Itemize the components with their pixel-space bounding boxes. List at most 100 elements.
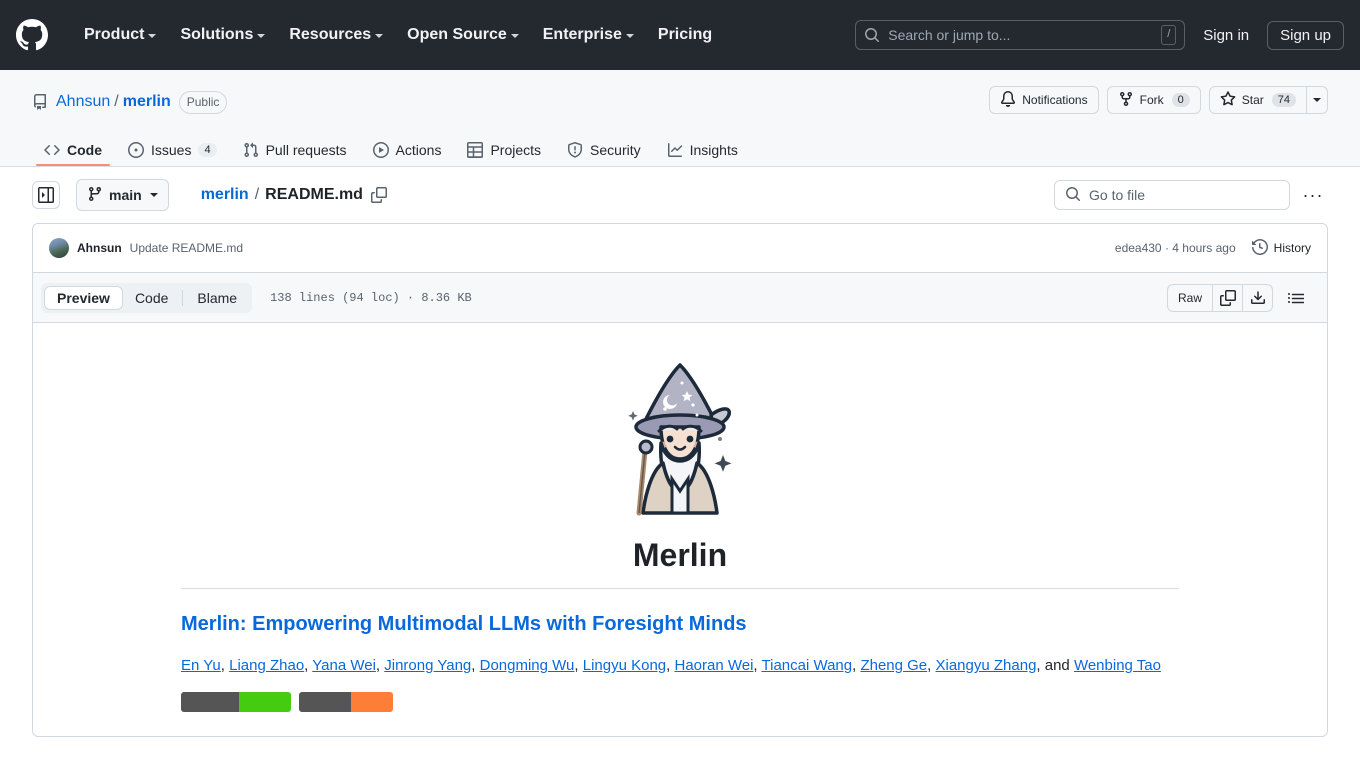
tab-actions[interactable]: Actions xyxy=(365,142,450,166)
nav-item-resources[interactable]: Resources xyxy=(277,18,395,52)
more-options-button[interactable]: ··· xyxy=(1298,180,1328,210)
author-link[interactable]: Tiancai Wang xyxy=(762,657,853,674)
git-pull-request-icon xyxy=(243,142,259,158)
nav-item-enterprise[interactable]: Enterprise xyxy=(531,18,646,52)
repo-visibility-badge: Public xyxy=(178,90,228,114)
repo-action-buttons: Notifications Fork 0 Star 74 xyxy=(989,86,1328,114)
repo-nav-tabs: Code Issues 4 Pull requests Actions Proj… xyxy=(32,132,1328,166)
fork-count: 0 xyxy=(1171,93,1190,107)
go-to-file-input[interactable]: Go to file xyxy=(1054,180,1290,210)
author-link[interactable]: Jinrong Yang xyxy=(384,657,471,674)
nav-item-solutions[interactable]: Solutions xyxy=(168,18,277,52)
play-icon xyxy=(372,142,389,158)
repo-name-link[interactable]: merlin xyxy=(123,93,171,111)
chevron-down-icon xyxy=(149,193,158,197)
merlin-wizard-logo xyxy=(181,359,1179,519)
global-header: Product Solutions Resources Open Source … xyxy=(0,0,1360,70)
author-link[interactable]: Liang Zhao xyxy=(229,657,304,674)
git-branch-icon xyxy=(87,186,103,205)
fork-button[interactable]: Fork 0 xyxy=(1106,86,1201,114)
view-tab-preview[interactable]: Preview xyxy=(44,285,123,310)
view-tab-code[interactable]: Code xyxy=(123,286,180,310)
sign-in-button[interactable]: Sign in xyxy=(1193,21,1259,50)
author-link[interactable]: Lingyu Kong xyxy=(583,657,666,674)
tab-label: Issues xyxy=(151,142,192,158)
tab-issues[interactable]: Issues 4 xyxy=(120,142,225,166)
avatar[interactable] xyxy=(49,238,69,258)
notifications-button[interactable]: Notifications xyxy=(989,86,1099,114)
copy-icon[interactable] xyxy=(1212,284,1242,311)
repo-owner-link[interactable]: Ahnsun xyxy=(56,93,110,111)
download-icon[interactable] xyxy=(1242,284,1272,311)
raw-button[interactable]: Raw xyxy=(1168,285,1212,311)
badge-right xyxy=(351,692,393,712)
tab-code[interactable]: Code xyxy=(36,142,110,166)
branch-selector[interactable]: main xyxy=(76,179,169,211)
nav-item-label: Product xyxy=(84,26,145,43)
authors-conjunction: and xyxy=(1044,657,1070,674)
author-link[interactable]: Haoran Wei xyxy=(674,657,753,674)
status-badge[interactable] xyxy=(181,692,291,712)
search-icon xyxy=(864,27,880,43)
file-toolbar-actions: Raw xyxy=(1166,283,1319,312)
star-dropdown-button[interactable] xyxy=(1307,86,1328,114)
chevron-down-icon xyxy=(510,34,519,38)
bell-icon xyxy=(1000,90,1016,110)
fork-label: Fork xyxy=(1139,93,1164,107)
nav-item-open-source[interactable]: Open Source xyxy=(395,18,531,52)
copy-path-icon[interactable] xyxy=(370,187,387,203)
history-icon xyxy=(1251,238,1268,258)
commit-meta-group: edea430 · 4 hours ago History xyxy=(1115,238,1311,258)
outline-icon[interactable] xyxy=(1281,284,1311,312)
author-link[interactable]: Xiangyu Zhang xyxy=(936,657,1037,674)
branch-name: main xyxy=(109,187,142,203)
author-link[interactable]: En Yu xyxy=(181,657,221,674)
github-logo-icon[interactable] xyxy=(16,19,48,51)
tab-pull-requests[interactable]: Pull requests xyxy=(235,142,355,166)
tab-insights[interactable]: Insights xyxy=(659,142,746,166)
chevron-down-icon xyxy=(625,34,634,38)
commit-author[interactable]: Ahnsun xyxy=(77,241,122,255)
chevron-down-icon xyxy=(148,34,157,38)
view-tab-blame[interactable]: Blame xyxy=(185,286,249,310)
sidebar-expand-icon[interactable] xyxy=(32,181,60,209)
tab-label: Actions xyxy=(395,142,442,158)
status-badge[interactable] xyxy=(299,692,393,712)
issues-count: 4 xyxy=(198,143,217,157)
readme-content: Merlin Merlin: Empowering Multimodal LLM… xyxy=(32,323,1328,737)
tab-label: Projects xyxy=(490,142,542,158)
repo-header: Ahnsun / merlin Public Notifications For… xyxy=(0,70,1360,167)
nav-item-pricing[interactable]: Pricing xyxy=(646,18,724,52)
sign-up-button[interactable]: Sign up xyxy=(1267,20,1344,50)
code-icon xyxy=(44,142,60,158)
badge-left xyxy=(181,692,239,712)
author-link[interactable]: Dongming Wu xyxy=(480,657,575,674)
tab-security[interactable]: Security xyxy=(559,142,649,166)
author-link[interactable]: Zheng Ge xyxy=(860,657,927,674)
tab-projects[interactable]: Projects xyxy=(459,142,549,166)
commit-message[interactable]: Update README.md xyxy=(130,241,243,255)
tab-label: Pull requests xyxy=(265,142,347,158)
chevron-down-icon xyxy=(375,34,384,38)
view-mode-switcher: Preview Code Blame xyxy=(41,282,253,313)
author-link[interactable]: Yana Wei xyxy=(312,657,376,674)
search-placeholder: Search or jump to... xyxy=(888,27,1011,43)
author-link[interactable]: Wenbing Tao xyxy=(1074,657,1161,674)
readme-subtitle-link[interactable]: Merlin: Empowering Multimodal LLMs with … xyxy=(181,613,1179,636)
breadcrumb-separator: / xyxy=(254,186,260,203)
chevron-down-icon xyxy=(1313,98,1321,102)
fork-icon xyxy=(1118,91,1134,110)
star-icon xyxy=(1220,90,1236,110)
star-button[interactable]: Star 74 xyxy=(1208,86,1307,114)
commit-hash-and-time[interactable]: edea430 · 4 hours ago xyxy=(1115,241,1236,255)
readme-inner: Merlin Merlin: Empowering Multimodal LLM… xyxy=(33,359,1327,712)
badge-left xyxy=(299,692,351,712)
nav-item-product[interactable]: Product xyxy=(72,18,168,52)
repo-separator: / xyxy=(114,93,119,110)
main-content: main merlin / README.md Go to file ··· A… xyxy=(0,167,1360,737)
breadcrumb-repo-link[interactable]: merlin xyxy=(201,186,249,204)
history-button[interactable]: History xyxy=(1251,238,1311,258)
search-input[interactable]: Search or jump to... / xyxy=(855,20,1186,50)
file-view-toolbar: Preview Code Blame 138 lines (94 loc) · … xyxy=(32,273,1328,323)
nav-item-label: Pricing xyxy=(657,26,713,43)
